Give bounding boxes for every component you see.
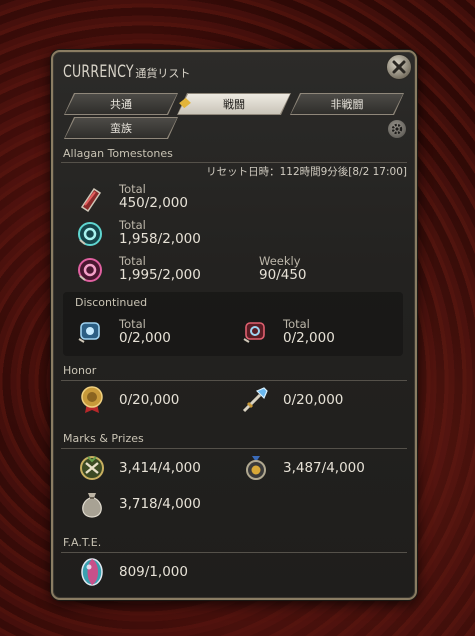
tab-common[interactable]: 共通	[65, 94, 177, 114]
tomestone-1-value: 450/2,000	[119, 195, 188, 211]
tomestone-3-value: 1,995/2,000	[119, 267, 201, 283]
marks-2-value: 3,487/4,000	[283, 460, 365, 476]
fate-1-value: 809/1,000	[119, 564, 188, 580]
wolf-mark-icon	[77, 453, 107, 483]
tomestone-teal-icon	[75, 219, 105, 249]
discontinued-1-value: 0/2,000	[119, 330, 171, 346]
divider	[61, 448, 407, 449]
tomestone-1-label: Total	[119, 182, 146, 196]
honor-2-value: 0/20,000	[283, 392, 344, 408]
tab-beast-tribe[interactable]: 蛮族	[65, 118, 177, 138]
divider	[61, 380, 407, 381]
discontinued-section-title: Discontinued	[75, 296, 148, 309]
trophy-medal-icon	[241, 453, 271, 483]
tab-non-battle-label: 非戦闘	[330, 98, 364, 111]
coin-bag-icon	[77, 489, 107, 519]
tomestone-crimson-icon	[240, 316, 270, 346]
currency-window: CURRENCY 通貨リスト 共通 戦闘 非戦闘 蛮族 Allagan Tome…	[51, 50, 417, 600]
tomestone-2-label: Total	[119, 218, 146, 232]
window-title-bar: CURRENCY 通貨リスト	[63, 62, 190, 86]
crystal-sword-icon	[240, 385, 270, 415]
discontinued-2-label: Total	[283, 317, 310, 331]
tomestone-pink-icon	[75, 255, 105, 285]
tab-battle[interactable]: 戦闘	[178, 94, 290, 114]
marks-3-value: 3,718/4,000	[119, 496, 201, 512]
tab-common-label: 共通	[110, 98, 132, 111]
tomestones-section-title: Allagan Tomestones	[63, 147, 173, 160]
tomestone-3-label: Total	[119, 254, 146, 268]
fate-section-title: F.A.T.E.	[63, 536, 102, 549]
window-title: CURRENCY	[63, 62, 134, 82]
tomestone-2-value: 1,958/2,000	[119, 231, 201, 247]
tomestone-3-weekly-label: Weekly	[259, 254, 301, 268]
settings-button[interactable]	[388, 120, 406, 138]
tab-beast-tribe-label: 蛮族	[110, 122, 132, 135]
tomestone-blue-icon	[75, 316, 105, 346]
tomestone-3-weekly-value: 90/450	[259, 267, 307, 283]
divider	[61, 552, 407, 553]
tab-battle-label: 戦闘	[223, 98, 245, 111]
divider	[61, 162, 407, 163]
tab-non-battle[interactable]: 非戦闘	[291, 94, 403, 114]
honor-medal-icon	[77, 385, 107, 415]
bicolor-gemstone-icon	[77, 557, 107, 587]
honor-section-title: Honor	[63, 364, 97, 377]
reset-timer: リセット日時：112時間9分後[8/2 17:00]	[206, 166, 407, 178]
discontinued-1-label: Total	[119, 317, 146, 331]
close-button[interactable]	[387, 55, 411, 79]
window-subtitle: 通貨リスト	[135, 67, 191, 80]
honor-1-value: 0/20,000	[119, 392, 180, 408]
marks-section-title: Marks & Prizes	[63, 432, 144, 445]
discontinued-2-value: 0/2,000	[283, 330, 335, 346]
gear-icon	[391, 123, 403, 135]
tomestone-red-icon	[75, 184, 105, 214]
marks-1-value: 3,414/4,000	[119, 460, 201, 476]
close-icon	[392, 60, 406, 74]
